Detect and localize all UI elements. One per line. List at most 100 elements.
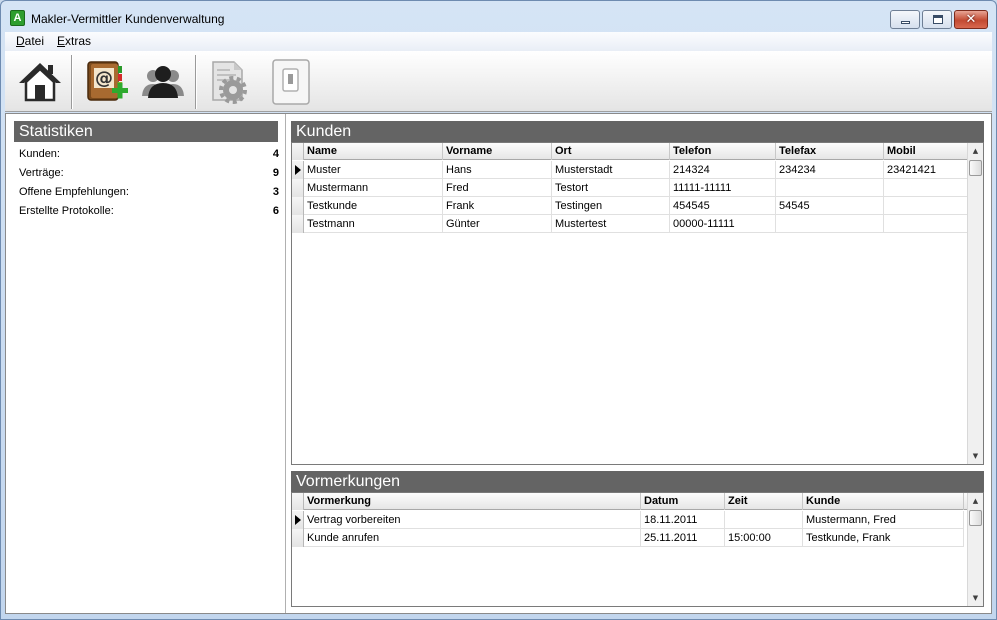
scroll-down-icon[interactable]: ▼: [968, 590, 983, 606]
cell[interactable]: [884, 197, 968, 215]
column-header-name[interactable]: Name: [304, 143, 443, 160]
minimize-icon: [901, 21, 910, 24]
cell[interactable]: 23421421: [884, 161, 968, 179]
column-header-datum[interactable]: Datum: [641, 493, 725, 510]
customers-title: Kunden: [291, 121, 984, 142]
app-window: A Makler-Vermittler Kundenverwaltung ✕ D…: [0, 0, 997, 620]
title-bar[interactable]: A Makler-Vermittler Kundenverwaltung ✕: [1, 1, 996, 32]
cell[interactable]: [884, 215, 968, 233]
cell[interactable]: Vertrag vorbereiten: [304, 511, 641, 529]
cell[interactable]: Kunde anrufen: [304, 529, 641, 547]
cell[interactable]: Musterstadt: [552, 161, 670, 179]
cell[interactable]: Testkunde, Frank: [803, 529, 964, 547]
row-header-corner: [292, 493, 304, 510]
stat-label: Offene Empfehlungen:: [19, 186, 129, 198]
row-selector[interactable]: [292, 197, 304, 215]
cell[interactable]: 18.11.2011: [641, 511, 725, 529]
cell[interactable]: 25.11.2011: [641, 529, 725, 547]
stat-row: Offene Empfehlungen: 3: [19, 184, 279, 202]
cell[interactable]: [725, 511, 803, 529]
toolbar: @: [5, 51, 992, 112]
content-area: Statistiken Kunden: 4 Verträge: 9 Offene…: [5, 113, 992, 614]
table-row[interactable]: Mustermann Fred Testort 11111-11111: [292, 179, 968, 197]
stat-value: 6: [272, 205, 279, 217]
menu-datei[interactable]: Datei: [16, 34, 44, 48]
column-header-kunde[interactable]: Kunde: [803, 493, 964, 510]
scroll-up-icon[interactable]: ▲: [968, 493, 983, 509]
cell[interactable]: 214324: [670, 161, 776, 179]
cell[interactable]: 234234: [776, 161, 884, 179]
column-header-telefax[interactable]: Telefax: [776, 143, 884, 160]
scroll-up-icon[interactable]: ▲: [968, 143, 983, 159]
scroll-thumb[interactable]: [969, 160, 982, 176]
cell[interactable]: Mustertest: [552, 215, 670, 233]
cell[interactable]: Testkunde: [304, 197, 443, 215]
table-row[interactable]: Testmann Günter Mustertest 00000-11111: [292, 215, 968, 233]
reminders-grid[interactable]: Vormerkung Datum Zeit Kunde Vertrag vorb…: [291, 492, 984, 607]
table-row[interactable]: Vertrag vorbereiten 18.11.2011 Musterman…: [292, 511, 964, 529]
stat-value: 9: [272, 167, 279, 179]
app-icon: A: [10, 10, 25, 26]
cell[interactable]: [776, 215, 884, 233]
cell[interactable]: 54545: [776, 197, 884, 215]
cell[interactable]: 00000-11111: [670, 215, 776, 233]
cell[interactable]: [776, 179, 884, 197]
cell[interactable]: Frank: [443, 197, 552, 215]
add-customer-button[interactable]: @: [82, 56, 132, 106]
cell[interactable]: Fred: [443, 179, 552, 197]
cell[interactable]: Günter: [443, 215, 552, 233]
customers-button[interactable]: [138, 56, 188, 106]
table-row[interactable]: Testkunde Frank Testingen 454545 54545: [292, 197, 968, 215]
column-header-mobil[interactable]: Mobil: [884, 143, 968, 160]
minimize-button[interactable]: [890, 10, 920, 29]
row-selector[interactable]: [292, 179, 304, 197]
home-button[interactable]: [15, 56, 65, 106]
reminders-scrollbar[interactable]: ▲ ▼: [967, 493, 983, 606]
address-book-add-icon: @: [87, 61, 128, 101]
row-selector[interactable]: [292, 529, 304, 547]
column-header-zeit[interactable]: Zeit: [725, 493, 803, 510]
close-icon: ✕: [965, 12, 977, 27]
column-header-vorname[interactable]: Vorname: [443, 143, 552, 160]
customers-grid-header: Name Vorname Ort Telefon Telefax Mobil: [292, 143, 968, 160]
table-row[interactable]: Kunde anrufen 25.11.2011 15:00:00 Testku…: [292, 529, 964, 547]
column-header-telefon[interactable]: Telefon: [670, 143, 776, 160]
window-title: Makler-Vermittler Kundenverwaltung: [31, 12, 225, 26]
cell[interactable]: Mustermann, Fred: [803, 511, 964, 529]
cell[interactable]: 454545: [670, 197, 776, 215]
stat-value: 3: [272, 186, 279, 198]
customers-scrollbar[interactable]: ▲ ▼: [967, 143, 983, 464]
home-icon: [19, 63, 61, 102]
cell[interactable]: Hans: [443, 161, 552, 179]
cell[interactable]: Muster: [304, 161, 443, 179]
row-selector[interactable]: [292, 511, 304, 529]
cell[interactable]: Mustermann: [304, 179, 443, 197]
menu-extras[interactable]: Extras: [57, 34, 91, 48]
cell[interactable]: Testmann: [304, 215, 443, 233]
column-header-vormerkung[interactable]: Vormerkung: [304, 493, 641, 510]
cell[interactable]: Testort: [552, 179, 670, 197]
scroll-down-icon[interactable]: ▼: [968, 448, 983, 464]
scroll-thumb[interactable]: [969, 510, 982, 526]
column-header-ort[interactable]: Ort: [552, 143, 670, 160]
maximize-button[interactable]: [922, 10, 952, 29]
cell[interactable]: [884, 179, 968, 197]
switch-icon: [272, 59, 310, 105]
cell[interactable]: Testingen: [552, 197, 670, 215]
users-icon: [142, 66, 184, 98]
stat-label: Kunden:: [19, 148, 60, 160]
row-selector[interactable]: [292, 215, 304, 233]
reminders-title: Vormerkungen: [291, 471, 984, 492]
close-button[interactable]: ✕: [954, 10, 988, 29]
customers-grid[interactable]: Name Vorname Ort Telefon Telefax Mobil M…: [291, 142, 984, 465]
switch-button[interactable]: [267, 56, 317, 106]
cell[interactable]: 15:00:00: [725, 529, 803, 547]
settings-button[interactable]: [204, 56, 254, 106]
stat-row: Verträge: 9: [19, 165, 279, 183]
menu-bar: Datei Extras: [5, 32, 992, 51]
row-selector[interactable]: [292, 161, 304, 179]
table-row[interactable]: Muster Hans Musterstadt 214324 234234 23…: [292, 161, 968, 179]
cell[interactable]: 11111-11111: [670, 179, 776, 197]
stat-label: Verträge:: [19, 167, 64, 179]
current-row-arrow-icon: [295, 515, 301, 525]
